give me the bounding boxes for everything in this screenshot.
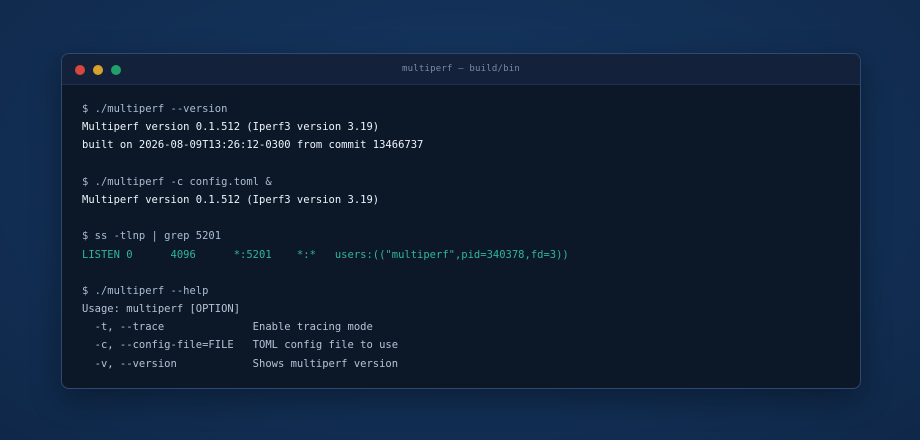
output-line: Multiperf version 0.1.512 (Iperf3 versio…	[82, 193, 380, 206]
command-line: $ ss -tlnp | grep 5201	[82, 230, 222, 243]
output-line: LISTEN 0 4096 *:5201 *:* users:(("multip…	[82, 248, 569, 261]
command-line: $ ./multiperf --version	[82, 103, 228, 115]
output-line: Usage: multiperf [OPTION]	[82, 303, 241, 316]
command-line: $ ./multiperf --help	[82, 284, 209, 297]
output-line: built on 2026-08-09T13:26:12-0300 from c…	[82, 139, 424, 152]
window-title: multiperf — build/bin	[402, 64, 520, 74]
command-line: $ ./multiperf -c config.toml &	[82, 175, 272, 188]
output-line: -v, --version Shows multiperf version	[82, 357, 399, 370]
output-line: -t, --trace Enable tracing mode	[82, 321, 373, 334]
terminal-output[interactable]: $ ./multiperf --version Multiperf version…	[82, 100, 840, 373]
title-bar: multiperf — build/bin	[62, 54, 860, 85]
terminal-window: multiperf — build/bin $ ./multiperf --ve…	[61, 53, 861, 389]
output-line: Multiperf version 0.1.512 (Iperf3 versio…	[82, 121, 380, 134]
output-line: -c, --config-file=FILE TOML config file …	[82, 339, 399, 352]
